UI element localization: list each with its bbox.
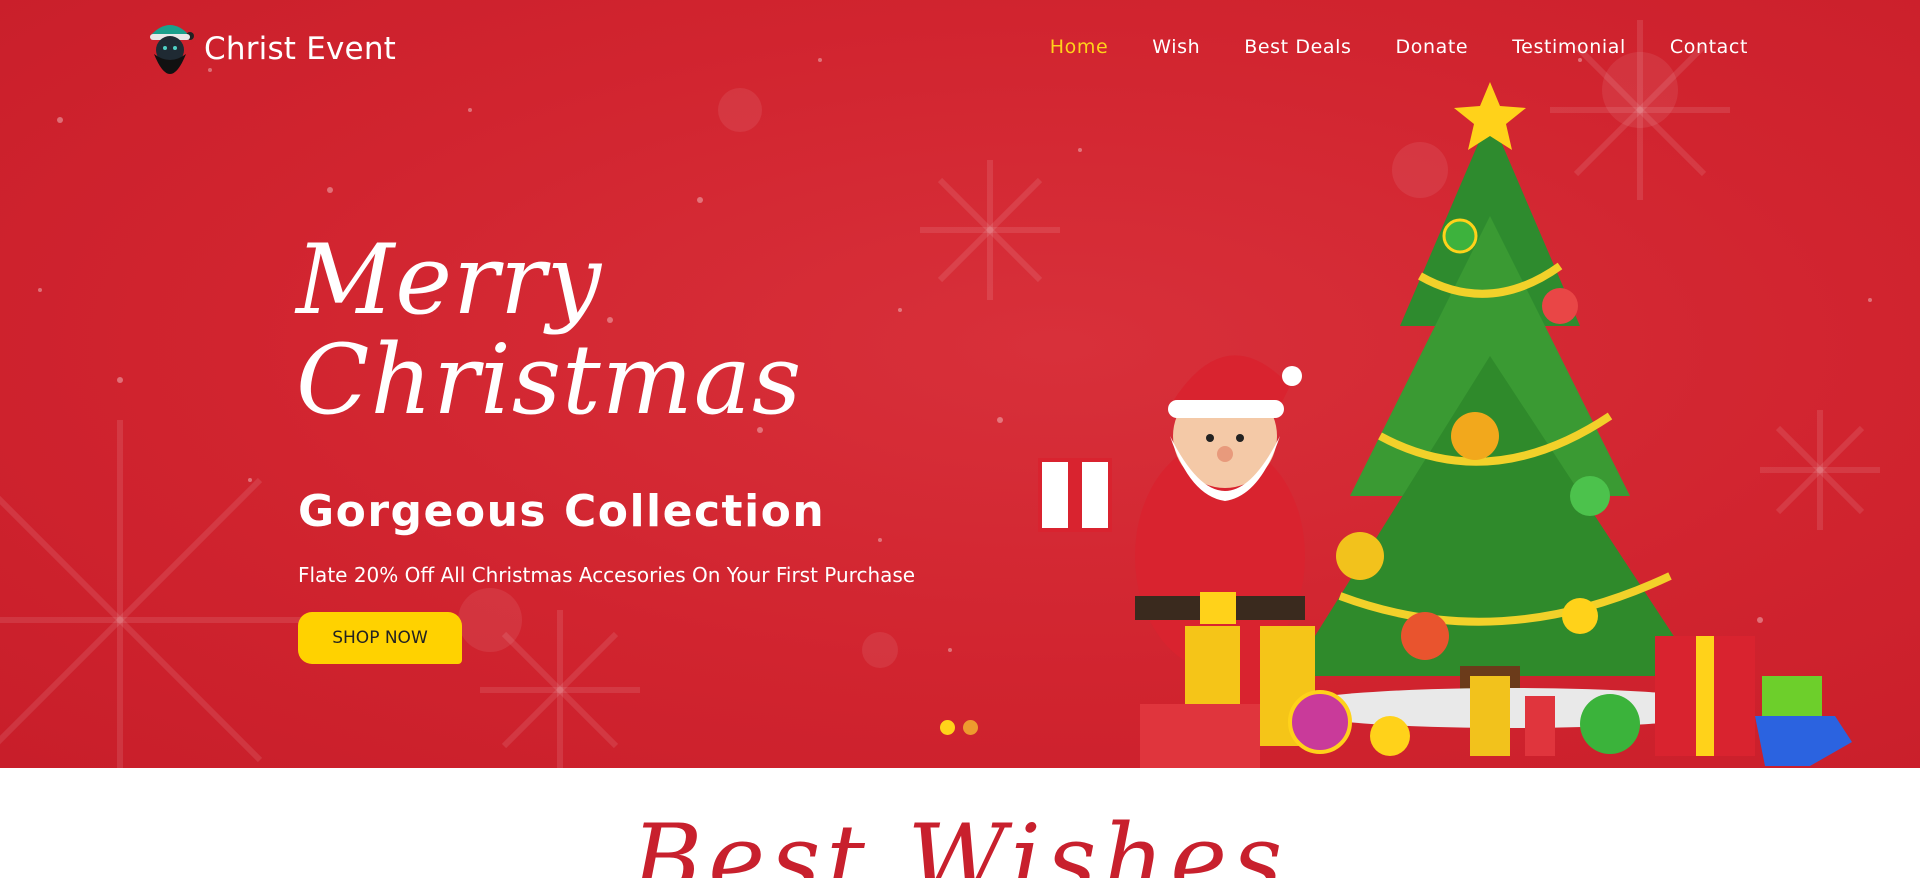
hero-subtitle: Gorgeous Collection	[298, 486, 826, 537]
hero-title-line2: Christmas	[296, 324, 803, 436]
hero-banner: Christ Event Home Wish Best Deals Donate…	[0, 0, 1920, 768]
nav-item-contact[interactable]: Contact	[1670, 36, 1748, 58]
best-wishes-section: Best Wishes	[0, 768, 1920, 878]
nav-item-wish[interactable]: Wish	[1152, 36, 1200, 58]
brand-logo[interactable]: Christ Event	[146, 14, 396, 84]
santa-icon	[150, 25, 194, 74]
hero-title: Merry Christmas	[296, 230, 896, 430]
hero-title-line1: Merry	[296, 224, 603, 336]
shop-now-button[interactable]: SHOP NOW	[298, 612, 462, 664]
hero-offer-text: Flate 20% Off All Christmas Accesories O…	[298, 563, 916, 587]
nav-item-donate[interactable]: Donate	[1396, 36, 1469, 58]
christmas-tree	[1280, 82, 1740, 728]
main-nav: Home Wish Best Deals Donate Testimonial …	[1006, 36, 1748, 58]
santa-tree-illustration	[1038, 82, 1852, 768]
slider-dot-1[interactable]	[940, 720, 955, 735]
nav-item-home[interactable]: Home	[1050, 36, 1109, 58]
section-title: Best Wishes	[631, 804, 1289, 878]
slider-dot-2[interactable]	[963, 720, 978, 735]
slider-dots	[940, 720, 978, 735]
nav-item-best-deals[interactable]: Best Deals	[1244, 36, 1351, 58]
santa-figure	[1135, 355, 1305, 671]
nav-item-testimonial[interactable]: Testimonial	[1512, 36, 1626, 58]
brand-name: Christ Event	[204, 31, 397, 67]
